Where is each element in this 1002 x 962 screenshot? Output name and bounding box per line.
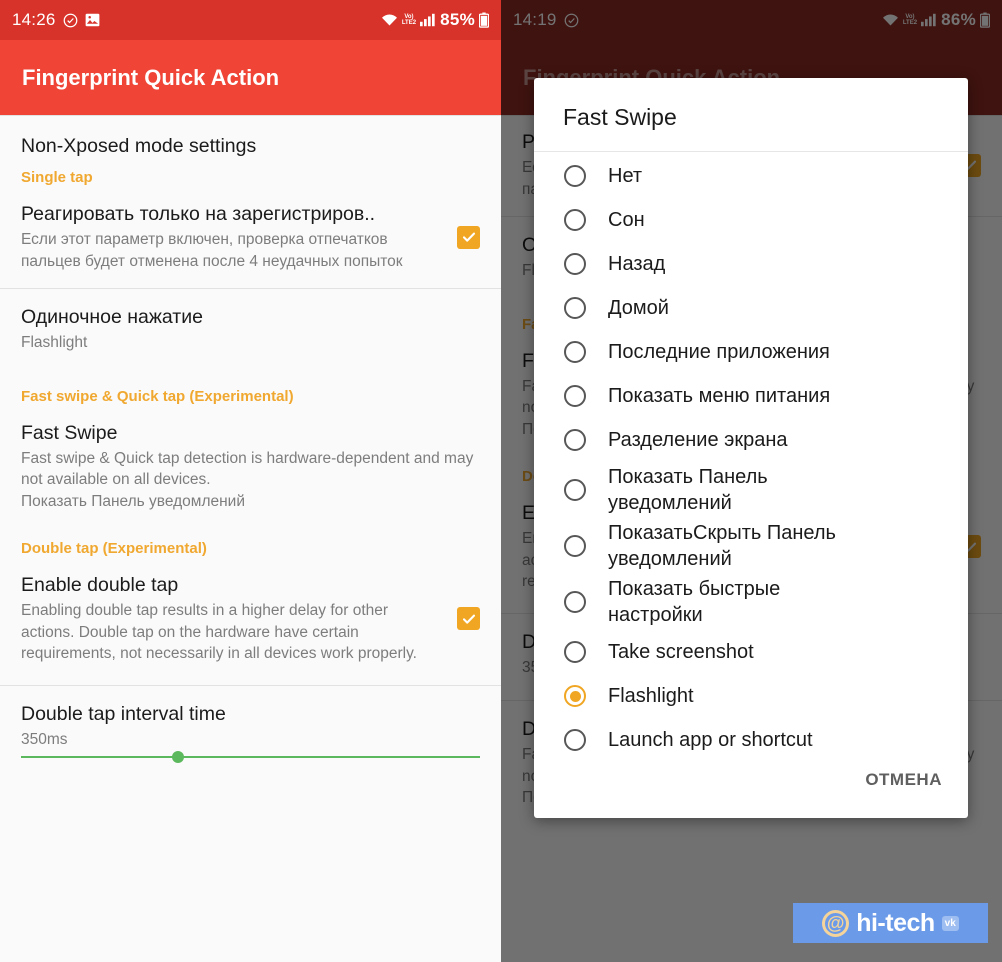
signal-icon — [420, 13, 436, 27]
radio-label: Последние приложения — [608, 341, 830, 363]
radio-label: Показать меню питания — [608, 385, 831, 407]
radio-option-take-screenshot[interactable]: Take screenshot — [534, 630, 968, 674]
image-icon — [85, 13, 100, 27]
radio-label: Показать быстрые настройки — [608, 578, 781, 626]
radio-option-quick-settings[interactable]: Показать быстрые настройки — [534, 574, 968, 630]
radio-option-flashlight[interactable]: Flashlight — [534, 674, 968, 718]
radio-option-none[interactable]: Нет — [534, 154, 968, 198]
pref-row-enable-double-tap[interactable]: Enable double tap Enabling double tap re… — [0, 559, 501, 685]
pref-row-registered-only[interactable]: Реагировать только на зарегистриров.. Ес… — [0, 188, 501, 288]
radio-option-split-screen[interactable]: Разделение экрана — [534, 418, 968, 462]
pref-summary: 350ms — [21, 730, 68, 748]
pref-summary: Enabling double tap results in a higher … — [21, 602, 417, 662]
status-time: 14:26 — [12, 10, 56, 29]
status-bar-left: 14:26 Vo) LTE2 85% — [0, 0, 501, 40]
radio-icon[interactable] — [564, 297, 586, 319]
watermark: @ hi-tech vk — [793, 903, 988, 943]
at-icon: @ — [822, 909, 850, 937]
dialog-actions: ОТМЕНА — [534, 762, 968, 818]
pref-row-single-tap[interactable]: Одиночное нажатие Flashlight — [0, 289, 501, 388]
radio-label: Домой — [608, 297, 669, 319]
radio-label: Сон — [608, 209, 645, 231]
non-xposed-label: Non-Xposed mode settings — [21, 135, 257, 157]
wifi-icon — [381, 13, 398, 27]
category-double-tap: Double tap (Experimental) — [21, 540, 207, 557]
pref-title: Одиночное нажатие — [21, 306, 203, 328]
pref-row-interval-time[interactable]: Double tap interval time 350ms — [0, 685, 501, 774]
shield-icon — [63, 13, 78, 28]
checkbox-registered-only[interactable] — [457, 225, 480, 249]
radio-label: Назад — [608, 253, 666, 275]
radio-icon-selected[interactable] — [564, 685, 586, 707]
radio-icon[interactable] — [564, 479, 586, 501]
dialog-title: Fast Swipe — [563, 104, 677, 130]
radio-icon[interactable] — [564, 209, 586, 231]
left-screenshot: 14:26 Vo) LTE2 85% Fingerprint Quick Act… — [0, 0, 501, 962]
radio-label: Показать Панель уведомлений — [608, 466, 768, 514]
radio-option-show-notification-panel[interactable]: Показать Панель уведомлений — [534, 462, 968, 518]
pref-title: Fast Swipe — [21, 421, 118, 444]
radio-icon[interactable] — [564, 165, 586, 187]
radio-label: Take screenshot — [608, 641, 754, 663]
pref-row-fast-swipe[interactable]: Fast Swipe Fast swipe & Quick tap detect… — [0, 406, 501, 540]
radio-option-launch-app[interactable]: Launch app or shortcut — [534, 718, 968, 762]
pref-title: Double tap interval time — [21, 702, 226, 725]
radio-icon[interactable] — [564, 253, 586, 275]
category-fast-swipe: Fast swipe & Quick tap (Experimental) — [21, 387, 294, 405]
app-bar-left: Fingerprint Quick Action — [0, 40, 501, 115]
vk-icon: vk — [941, 915, 959, 931]
radio-option-sleep[interactable]: Сон — [534, 198, 968, 242]
radio-label: Нет — [608, 165, 643, 187]
battery-icon — [479, 12, 489, 28]
radio-label: Разделение экрана — [608, 429, 788, 451]
checkbox-enable-double-tap[interactable] — [457, 607, 480, 631]
app-title: Fingerprint Quick Action — [22, 64, 280, 90]
status-bar-right-group: Vo) LTE2 85% — [381, 10, 489, 30]
volte-icon: Vo) LTE2 — [401, 14, 417, 26]
fast-swipe-dialog: Fast Swipe Нет Сон Назад Домой Последние — [534, 78, 968, 818]
category-single-tap: Single tap — [21, 169, 93, 186]
radio-icon[interactable] — [564, 535, 586, 557]
radio-option-recent-apps[interactable]: Последние приложения — [534, 330, 968, 374]
pref-summary: Если этот параметр включен, проверка отп… — [21, 231, 403, 270]
status-bar-left-group: 14:26 — [12, 10, 100, 30]
radio-option-home[interactable]: Домой — [534, 286, 968, 330]
radio-icon[interactable] — [564, 429, 586, 451]
radio-label: Launch app or shortcut — [608, 729, 813, 751]
radio-option-back[interactable]: Назад — [534, 242, 968, 286]
radio-option-toggle-notification-panel[interactable]: ПоказатьСкрыть Панель уведомлений — [534, 518, 968, 574]
pref-title: Enable double tap — [21, 574, 179, 596]
pref-summary: Fast swipe & Quick tap detection is hard… — [21, 449, 474, 510]
radio-label: Flashlight — [608, 685, 694, 707]
non-xposed-header: Non-Xposed mode settings — [0, 116, 501, 169]
cancel-button[interactable]: ОТМЕНА — [865, 770, 942, 790]
radio-icon[interactable] — [564, 341, 586, 363]
radio-icon[interactable] — [564, 591, 586, 613]
watermark-text: hi-tech — [856, 908, 935, 937]
pref-title: Реагировать только на зарегистриров.. — [21, 203, 376, 225]
radio-icon[interactable] — [564, 385, 586, 407]
radio-option-power-menu[interactable]: Показать меню питания — [534, 374, 968, 418]
radio-label: ПоказатьСкрыть Панель уведомлений — [608, 522, 836, 570]
right-screenshot: 14:19 Vo) LTE2 86% Fingerprint Quick Act… — [501, 0, 1002, 962]
battery-percent: 85% — [440, 10, 475, 29]
radio-group[interactable]: Нет Сон Назад Домой Последние приложения… — [534, 152, 968, 762]
settings-list-left[interactable]: Non-Xposed mode settings Single tap Реаг… — [0, 115, 501, 962]
interval-slider[interactable] — [21, 751, 480, 763]
pref-summary: Flashlight — [21, 334, 88, 351]
radio-icon[interactable] — [564, 729, 586, 751]
radio-icon[interactable] — [564, 641, 586, 663]
